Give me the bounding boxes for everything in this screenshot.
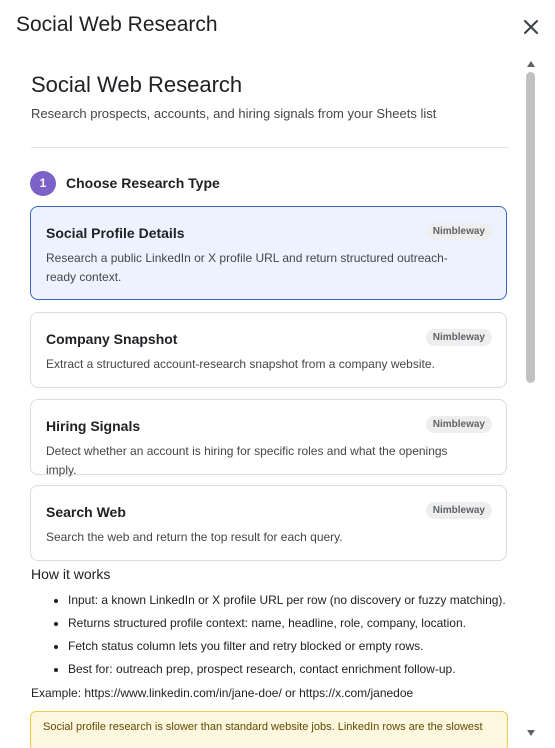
- divider: [31, 147, 509, 148]
- dialog-title: Social Web Research: [16, 13, 218, 36]
- card-title: Hiring Signals: [46, 418, 141, 434]
- how-it-works-list: Input: a known LinkedIn or X profile URL…: [54, 591, 506, 683]
- scrollbar-thumb[interactable]: [526, 72, 535, 383]
- list-item: Fetch status column lets you filter and …: [68, 637, 506, 660]
- card-description: Detect whether an account is hiring for …: [46, 444, 448, 477]
- notice-text: Social profile research is slower than s…: [43, 721, 483, 733]
- step-label: Choose Research Type: [66, 175, 220, 191]
- provider-badge: Nimbleway: [425, 416, 492, 433]
- sidebar-content: Social Web Research Research prospects, …: [0, 56, 520, 748]
- page-title: Social Web Research: [31, 72, 243, 97]
- card-description: Research a public LinkedIn or X profile …: [46, 251, 448, 284]
- card-title: Company Snapshot: [46, 331, 178, 347]
- list-item: Input: a known LinkedIn or X profile URL…: [68, 591, 506, 614]
- how-it-works-heading: How it works: [31, 566, 111, 582]
- research-type-hiring-signals[interactable]: Hiring Signals Nimbleway Detect whether …: [30, 399, 507, 477]
- list-item: Returns structured profile context: name…: [68, 614, 506, 637]
- research-type-social-profile-details[interactable]: Social Profile Details Nimbleway Researc…: [30, 206, 507, 300]
- card-title: Social Profile Details: [46, 225, 185, 241]
- close-icon[interactable]: [519, 15, 543, 39]
- scrollbar[interactable]: [522, 56, 540, 748]
- example-text: Example: https://www.linkedin.com/in/jan…: [31, 686, 414, 700]
- step-number-badge: 1: [30, 171, 56, 196]
- page-subtitle: Research prospects, accounts, and hiring…: [31, 106, 437, 121]
- card-description: Search the web and return the top result…: [46, 530, 343, 544]
- provider-badge: Nimbleway: [425, 329, 492, 346]
- list-item: Best for: outreach prep, prospect resear…: [68, 660, 506, 683]
- warning-notice: Social profile research is slower than s…: [30, 711, 508, 748]
- dialog-header: Social Web Research: [0, 0, 555, 56]
- scroll-up-arrow-icon[interactable]: [527, 61, 535, 67]
- card-description: Extract a structured account-research sn…: [46, 357, 435, 371]
- scroll-down-arrow-icon[interactable]: [527, 730, 535, 736]
- research-type-search-web[interactable]: Search Web Nimbleway Search the web and …: [30, 485, 507, 561]
- provider-badge: Nimbleway: [425, 223, 492, 240]
- provider-badge: Nimbleway: [425, 502, 492, 519]
- research-type-company-snapshot[interactable]: Company Snapshot Nimbleway Extract a str…: [30, 312, 507, 388]
- card-title: Search Web: [46, 504, 126, 520]
